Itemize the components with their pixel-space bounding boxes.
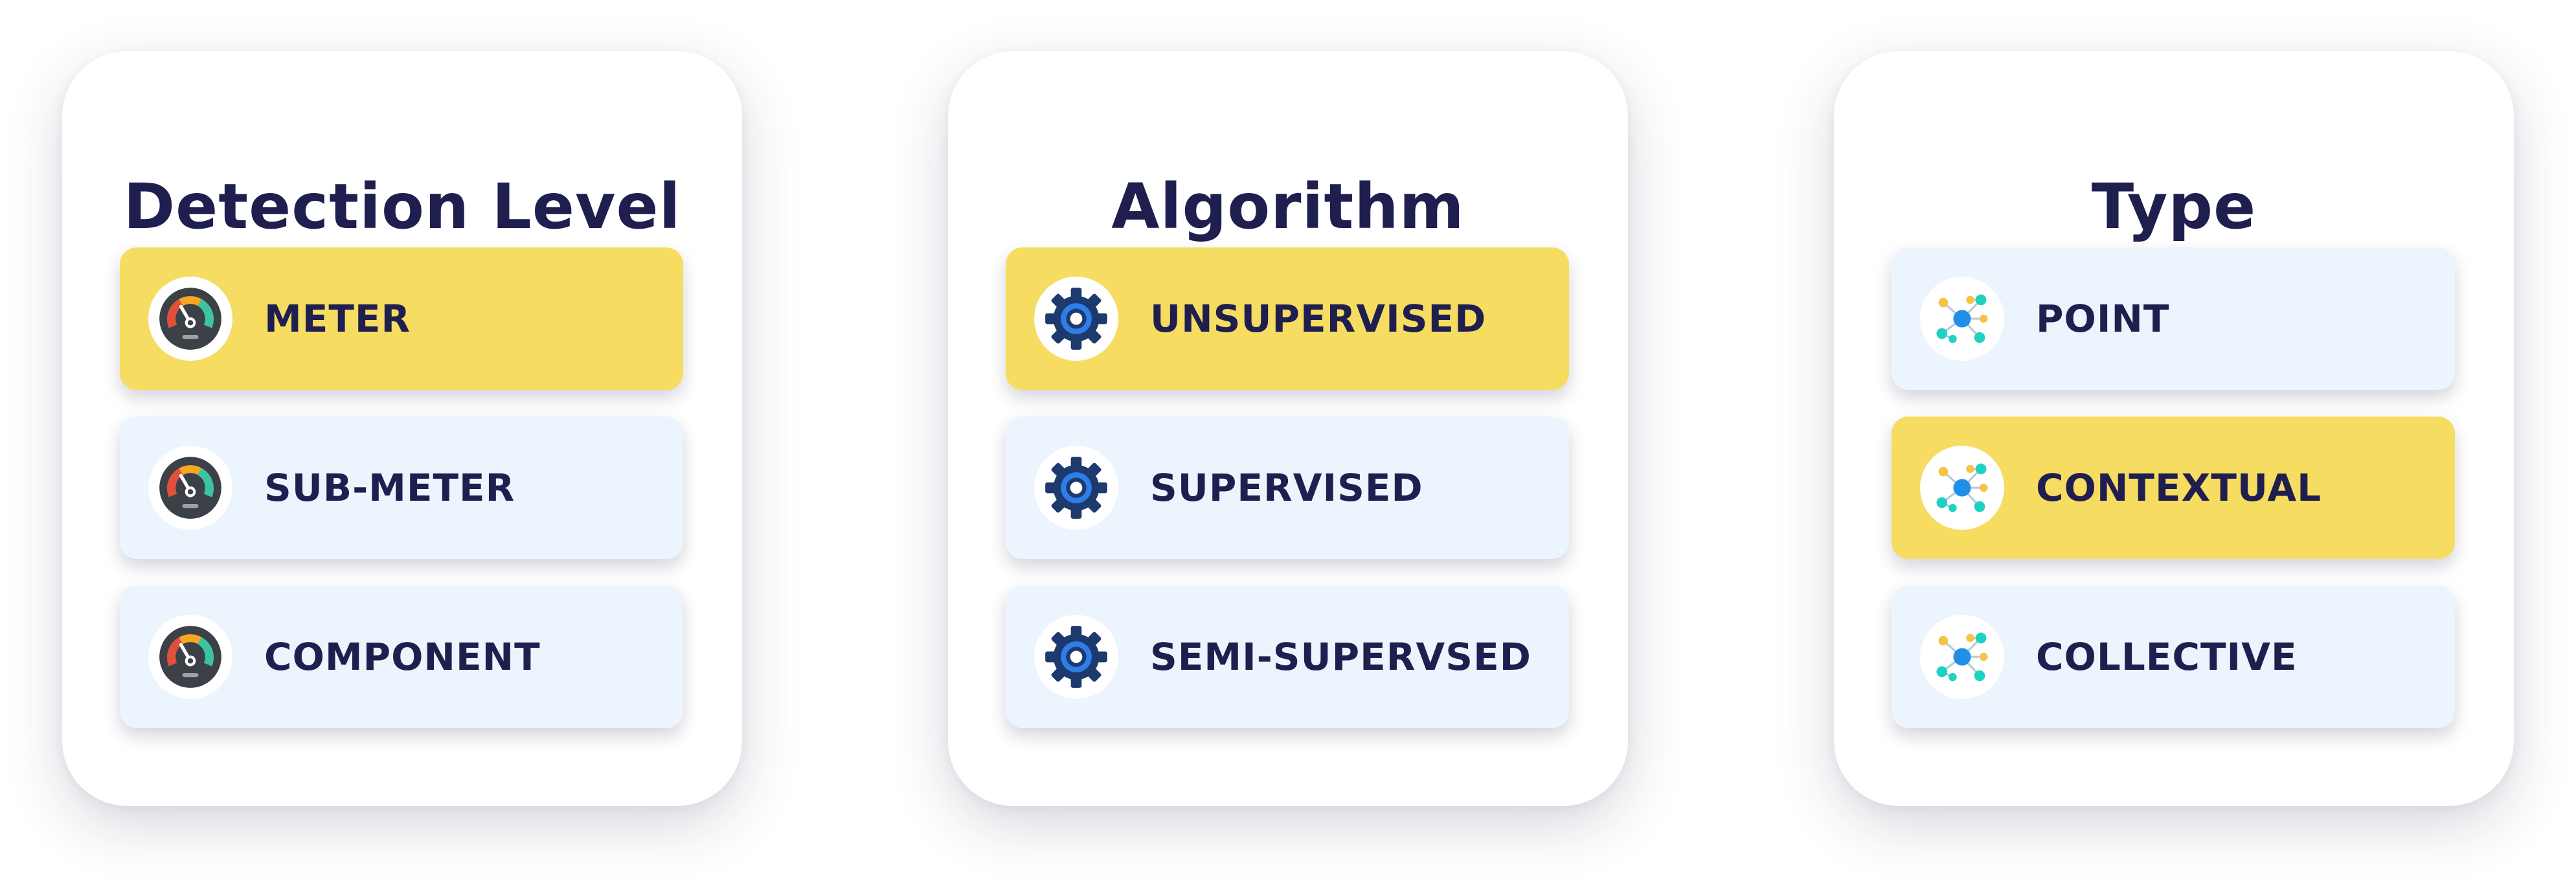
speedometer-icon [148,615,232,699]
card-title: Algorithm [1111,170,1465,243]
option-label: POINT [2036,297,2170,341]
option-meter[interactable]: METER [120,247,683,390]
card-detection-level: Detection Level METER SUB-METER COMPONEN… [62,51,742,806]
option-label: COLLECTIVE [2036,635,2298,679]
network-nodes-icon [1920,277,2004,361]
option-label: SEMI-SUPERVSED [1150,635,1531,679]
option-semi-supervised[interactable]: SEMI-SUPERVSED [1006,586,1569,728]
option-point[interactable]: POINT [1892,247,2455,390]
card-title: Type [2091,170,2257,243]
option-unsupervised[interactable]: UNSUPERVISED [1006,247,1569,390]
card-algorithm: Algorithm UNSUPERVISED SUPERVISED SEMI-S… [948,51,1628,806]
option-supervised[interactable]: SUPERVISED [1006,417,1569,559]
card-title: Detection Level [123,170,681,243]
option-component[interactable]: COMPONENT [120,586,683,728]
option-label: COMPONENT [264,635,541,679]
gear-icon [1034,446,1118,530]
option-collective[interactable]: COLLECTIVE [1892,586,2455,728]
option-label: METER [264,297,411,341]
gear-icon [1034,615,1118,699]
speedometer-icon [148,277,232,361]
option-label: CONTEXTUAL [2036,466,2322,510]
network-nodes-icon [1920,446,2004,530]
option-contextual[interactable]: CONTEXTUAL [1892,417,2455,559]
speedometer-icon [148,446,232,530]
option-label: UNSUPERVISED [1150,297,1487,341]
option-sub-meter[interactable]: SUB-METER [120,417,683,559]
card-type: Type POINT CONTEXTUAL COLLECTIVE [1834,51,2514,806]
gear-icon [1034,277,1118,361]
option-label: SUPERVISED [1150,466,1423,510]
network-nodes-icon [1920,615,2004,699]
option-label: SUB-METER [264,466,515,510]
